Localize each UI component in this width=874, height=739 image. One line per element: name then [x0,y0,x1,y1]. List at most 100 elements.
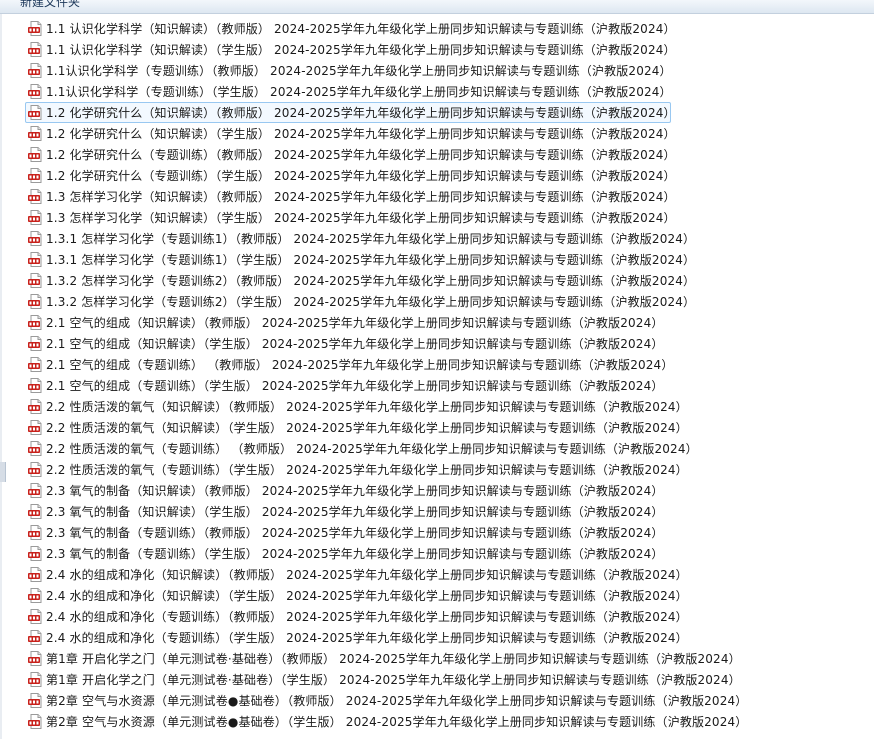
file-row[interactable]: 1.2 化学研究什么（知识解读）（学生版） 2024-2025学年九年级化学上册… [28,124,874,143]
file-row[interactable]: 1.2 化学研究什么（专题训练）（学生版） 2024-2025学年九年级化学上册… [28,166,874,185]
file-row[interactable]: 第1章 开启化学之门（单元测试卷·基础卷）（学生版） 2024-2025学年九年… [28,670,874,689]
file-row[interactable]: 2.4 水的组成和净化（专题训练）（教师版） 2024-2025学年九年级化学上… [28,607,874,626]
pdf-file-icon [28,126,43,141]
pdf-file-icon [28,273,43,288]
pdf-file-icon [28,357,43,372]
file-row[interactable]: 1.3.1 怎样学习化学（专题训练1）（教师版） 2024-2025学年九年级化… [28,229,874,248]
pdf-file-icon [28,504,43,519]
file-name: 2.3 氧气的制备（知识解读）（教师版） 2024-2025学年九年级化学上册同… [46,484,664,498]
file-name: 1.1认识化学科学（专题训练）（教师版） 2024-2025学年九年级化学上册同… [46,64,672,78]
file-row[interactable]: 2.2 性质活泼的氧气（知识解读）（学生版） 2024-2025学年九年级化学上… [28,418,874,437]
pdf-file-icon [28,252,43,267]
file-name: 1.3.2 怎样学习化学（专题训练2）（学生版） 2024-2025学年九年级化… [46,295,696,309]
pdf-file-icon [28,231,43,246]
pdf-file-icon [28,651,43,666]
file-row[interactable]: 2.2 性质活泼的氧气（专题训练） （教师版） 2024-2025学年九年级化学… [28,439,874,458]
file-row[interactable]: 1.3.2 怎样学习化学（专题训练2）（教师版） 2024-2025学年九年级化… [28,271,874,290]
pdf-file-icon [28,168,43,183]
file-name: 1.3.2 怎样学习化学（专题训练2）（教师版） 2024-2025学年九年级化… [46,274,696,288]
pdf-file-icon [28,378,43,393]
file-name: 第1章 开启化学之门（单元测试卷·基础卷）（教师版） 2024-2025学年九年… [46,652,741,666]
file-row[interactable]: 2.4 水的组成和净化（专题训练）（学生版） 2024-2025学年九年级化学上… [28,628,874,647]
file-row[interactable]: 2.2 性质活泼的氧气（知识解读）（教师版） 2024-2025学年九年级化学上… [28,397,874,416]
file-row[interactable]: 1.1认识化学科学（专题训练）（教师版） 2024-2025学年九年级化学上册同… [28,61,874,80]
file-name: 2.1 空气的组成（专题训练） （教师版） 2024-2025学年九年级化学上册… [46,358,674,372]
explorer-toolbar: 新建文件夹 [0,0,874,14]
file-name: 2.4 水的组成和净化（专题训练）（教师版） 2024-2025学年九年级化学上… [46,610,688,624]
file-name: 第2章 空气与水资源（单元测试卷●基础卷）（教师版） 2024-2025学年九年… [46,694,748,708]
pdf-file-icon [28,336,43,351]
file-name: 1.3 怎样学习化学（知识解读）（教师版） 2024-2025学年九年级化学上册… [46,190,676,204]
new-folder-button[interactable]: 新建文件夹 [20,0,80,10]
pdf-file-icon [28,672,43,687]
file-name: 2.4 水的组成和净化（专题训练）（学生版） 2024-2025学年九年级化学上… [46,631,688,645]
file-row[interactable]: 2.2 性质活泼的氧气（专题训练）（学生版） 2024-2025学年九年级化学上… [28,460,874,479]
file-row[interactable]: 1.3 怎样学习化学（知识解读）（学生版） 2024-2025学年九年级化学上册… [28,208,874,227]
pdf-file-icon [28,546,43,561]
pdf-file-icon [28,189,43,204]
pdf-file-icon [28,630,43,645]
file-name: 2.3 氧气的制备（专题训练）（教师版） 2024-2025学年九年级化学上册同… [46,526,664,540]
file-name: 2.2 性质活泼的氧气（专题训练）（学生版） 2024-2025学年九年级化学上… [46,463,688,477]
file-row[interactable]: 1.2 化学研究什么（知识解读）（教师版） 2024-2025学年九年级化学上册… [25,102,874,123]
pdf-file-icon [28,483,43,498]
file-row[interactable]: 2.1 空气的组成（专题训练）（学生版） 2024-2025学年九年级化学上册同… [28,376,874,395]
file-row[interactable]: 2.3 氧气的制备（知识解读）（教师版） 2024-2025学年九年级化学上册同… [28,481,874,500]
file-name: 1.3.1 怎样学习化学（专题训练1）（教师版） 2024-2025学年九年级化… [46,232,696,246]
file-row[interactable]: 2.4 水的组成和净化（知识解读）（教师版） 2024-2025学年九年级化学上… [28,565,874,584]
file-row[interactable]: 1.1认识化学科学（专题训练）（学生版） 2024-2025学年九年级化学上册同… [28,82,874,101]
file-name: 1.2 化学研究什么（专题训练）（教师版） 2024-2025学年九年级化学上册… [46,148,676,162]
file-name: 第2章 空气与水资源（单元测试卷●基础卷）（学生版） 2024-2025学年九年… [46,715,748,729]
file-row[interactable]: 1.3 怎样学习化学（知识解读）（教师版） 2024-2025学年九年级化学上册… [28,187,874,206]
file-name: 2.1 空气的组成（知识解读）（教师版） 2024-2025学年九年级化学上册同… [46,316,664,330]
pane-resize-handle[interactable] [0,462,6,482]
file-name: 1.1认识化学科学（专题训练）（学生版） 2024-2025学年九年级化学上册同… [46,85,672,99]
pdf-file-icon [28,42,43,57]
file-row[interactable]: 第2章 空气与水资源（单元测试卷●基础卷）（学生版） 2024-2025学年九年… [28,712,874,731]
file-name: 1.3.1 怎样学习化学（专题训练1）（学生版） 2024-2025学年九年级化… [46,253,696,267]
file-name: 2.4 水的组成和净化（知识解读）（教师版） 2024-2025学年九年级化学上… [46,568,688,582]
file-row[interactable]: 第2章 空气与水资源（单元测试卷●基础卷）（教师版） 2024-2025学年九年… [28,691,874,710]
file-row[interactable]: 1.3.1 怎样学习化学（专题训练1）（学生版） 2024-2025学年九年级化… [28,250,874,269]
file-row[interactable]: 2.1 空气的组成（专题训练） （教师版） 2024-2025学年九年级化学上册… [28,355,874,374]
file-name: 2.2 性质活泼的氧气（知识解读）（教师版） 2024-2025学年九年级化学上… [46,400,688,414]
file-row[interactable]: 1.1 认识化学科学（知识解读）（学生版） 2024-2025学年九年级化学上册… [28,40,874,59]
pdf-file-icon [28,147,43,162]
pdf-file-icon [28,441,43,456]
file-row[interactable]: 2.1 空气的组成（知识解读）（学生版） 2024-2025学年九年级化学上册同… [28,334,874,353]
file-name: 2.2 性质活泼的氧气（知识解读）（学生版） 2024-2025学年九年级化学上… [46,421,688,435]
file-row[interactable]: 1.1 认识化学科学（知识解读）（教师版） 2024-2025学年九年级化学上册… [28,19,874,38]
pdf-file-icon [28,294,43,309]
file-row[interactable]: 1.2 化学研究什么（专题训练）（教师版） 2024-2025学年九年级化学上册… [28,145,874,164]
file-list: 1.1 认识化学科学（知识解读）（教师版） 2024-2025学年九年级化学上册… [25,19,874,739]
pdf-file-icon [28,525,43,540]
pdf-file-icon [28,210,43,225]
file-name: 2.3 氧气的制备（知识解读）（学生版） 2024-2025学年九年级化学上册同… [46,505,664,519]
navigation-pane-edge [0,14,2,739]
file-name: 1.1 认识化学科学（知识解读）（教师版） 2024-2025学年九年级化学上册… [46,22,676,36]
file-row[interactable]: 2.3 氧气的制备（专题训练）（教师版） 2024-2025学年九年级化学上册同… [28,523,874,542]
file-row[interactable]: 2.4 水的组成和净化（知识解读）（学生版） 2024-2025学年九年级化学上… [28,586,874,605]
pdf-file-icon [28,21,43,36]
pdf-file-icon [28,714,43,729]
pdf-file-icon [28,588,43,603]
file-row[interactable]: 第1章 开启化学之门（单元测试卷·基础卷）（教师版） 2024-2025学年九年… [28,649,874,668]
pdf-file-icon [28,63,43,78]
file-name: 2.3 氧气的制备（专题训练）（学生版） 2024-2025学年九年级化学上册同… [46,547,664,561]
file-name: 2.4 水的组成和净化（知识解读）（学生版） 2024-2025学年九年级化学上… [46,589,688,603]
file-name: 2.2 性质活泼的氧气（专题训练） （教师版） 2024-2025学年九年级化学… [46,442,698,456]
file-row[interactable]: 1.3.2 怎样学习化学（专题训练2）（学生版） 2024-2025学年九年级化… [28,292,874,311]
file-name: 1.2 化学研究什么（专题训练）（学生版） 2024-2025学年九年级化学上册… [46,169,676,183]
file-name: 1.2 化学研究什么（知识解读）（学生版） 2024-2025学年九年级化学上册… [46,127,676,141]
file-name: 1.2 化学研究什么（知识解读）（教师版） 2024-2025学年九年级化学上册… [46,106,676,120]
pdf-file-icon [28,315,43,330]
file-row[interactable]: 2.3 氧气的制备（专题训练）（学生版） 2024-2025学年九年级化学上册同… [28,544,874,563]
file-row[interactable]: 2.3 氧气的制备（知识解读）（学生版） 2024-2025学年九年级化学上册同… [28,502,874,521]
file-row[interactable]: 2.1 空气的组成（知识解读）（教师版） 2024-2025学年九年级化学上册同… [28,313,874,332]
pdf-file-icon [28,609,43,624]
pdf-file-icon [28,693,43,708]
pdf-file-icon [28,462,43,477]
pdf-file-icon [28,420,43,435]
file-name: 1.1 认识化学科学（知识解读）（学生版） 2024-2025学年九年级化学上册… [46,43,676,57]
file-name: 1.3 怎样学习化学（知识解读）（学生版） 2024-2025学年九年级化学上册… [46,211,676,225]
